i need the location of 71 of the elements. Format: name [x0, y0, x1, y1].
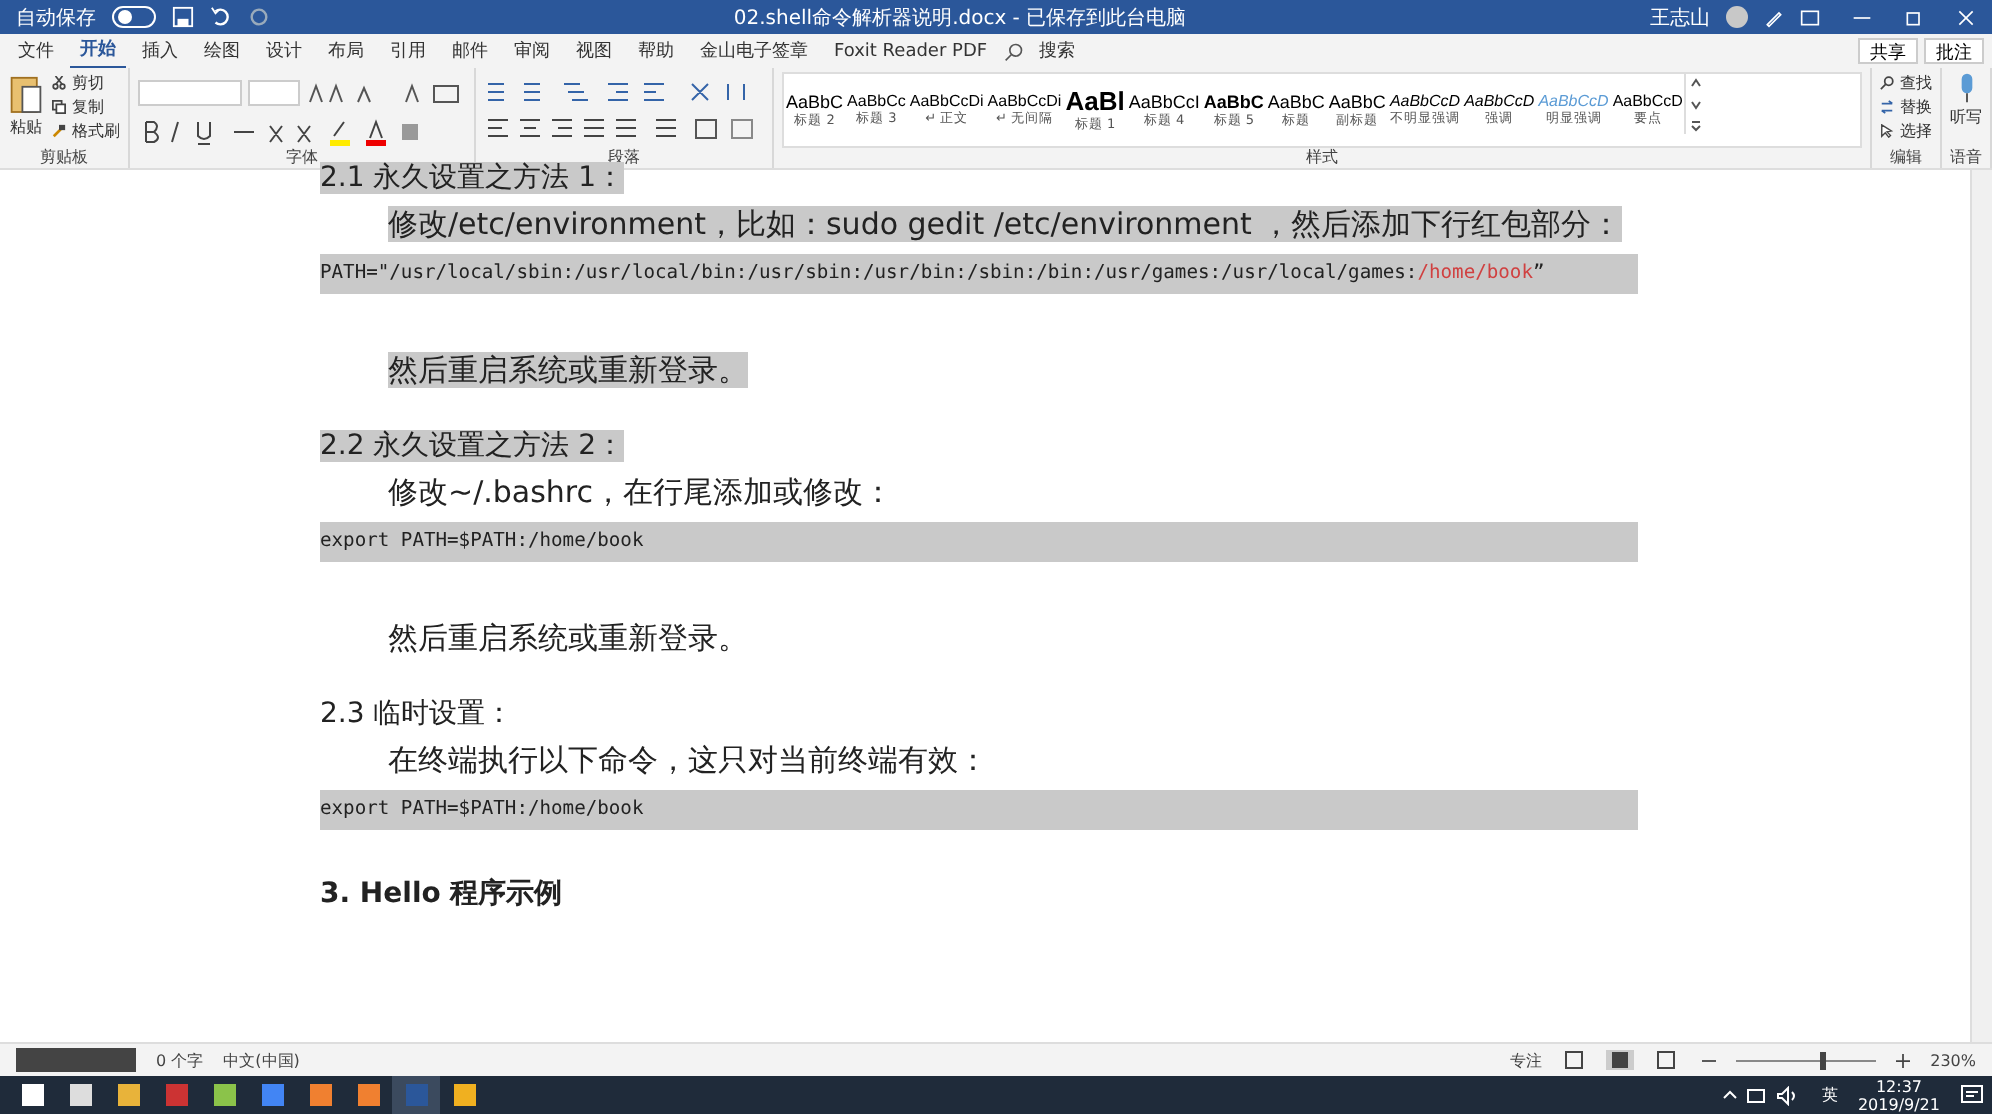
heading-text: 2.3 临时设置：	[320, 698, 514, 730]
gallery-scroll-icon[interactable]	[1684, 74, 1707, 134]
zoom-thumb[interactable]	[1820, 1051, 1827, 1069]
heading-text: 3. Hello 程序示例	[320, 878, 563, 910]
ribbon-tab[interactable]: 设计	[256, 34, 312, 68]
ribbon-display-icon[interactable]	[1800, 7, 1820, 27]
save-icon[interactable]	[172, 6, 194, 28]
zoom-level[interactable]: 230%	[1930, 1051, 1976, 1069]
ribbon-tab[interactable]: 文件	[8, 34, 64, 68]
heading-text: 2.1 永久设置之方法 1：	[320, 162, 625, 194]
document-title: 02.shell命令解析器说明.docx - 已保存到此台电脑	[733, 5, 1187, 31]
find-button[interactable]: 查找	[1900, 72, 1932, 94]
ime-indicator[interactable]: 英	[1821, 1084, 1838, 1106]
paragraph-text: 修改/etc/environment，比如：sudo gedit /etc/environment ，然后添加下行红包部分：	[388, 206, 1622, 242]
copy-icon[interactable]	[52, 100, 66, 114]
ribbon-tab[interactable]: 金山电子签章	[690, 34, 818, 68]
search-icon[interactable]	[1880, 76, 1894, 90]
ribbon-tab[interactable]: 视图	[566, 34, 622, 68]
microphone-icon[interactable]	[1957, 72, 1975, 104]
group-label: 样式	[1304, 148, 1340, 168]
cut-button[interactable]: 剪切	[72, 72, 104, 94]
format-painter-button[interactable]: 格式刷	[72, 120, 120, 142]
ribbon-tab[interactable]: Foxit Reader PDF	[824, 37, 998, 65]
group-label: 剪贴板	[38, 148, 90, 168]
scissors-icon[interactable]	[52, 76, 66, 90]
paragraph-text: 然后重启系统或重新登录。	[388, 620, 748, 656]
word-count[interactable]: 0 个字	[156, 1049, 204, 1071]
heading-text: 2.2 永久设置之方法 2：	[320, 430, 625, 462]
ribbon-tab[interactable]: 引用	[380, 34, 436, 68]
paragraph-text: 修改~/.bashrc，在行尾添加或修改：	[388, 474, 894, 510]
group-label: 语音	[1950, 148, 1982, 168]
search-link[interactable]: 搜索	[1029, 34, 1086, 68]
focus-button[interactable]: 专注	[1510, 1049, 1543, 1071]
language-indicator[interactable]: 中文(中国)	[223, 1049, 300, 1071]
share-button[interactable]: 共享	[1858, 38, 1918, 64]
paragraph-text: 在终端执行以下命令，这只对当前终端有效：	[388, 742, 988, 778]
restore-icon[interactable]	[1904, 7, 1924, 27]
clock-time[interactable]: 12:37	[1875, 1077, 1923, 1095]
autosave-toggle[interactable]	[112, 6, 156, 28]
zoom-in-icon[interactable]	[1896, 1053, 1911, 1067]
paragraph-text: 然后重启系统或重新登录。	[388, 352, 748, 388]
notification-icon[interactable]	[1960, 1083, 1984, 1107]
comments-button[interactable]: 批注	[1924, 38, 1984, 64]
vertical-scrollbar[interactable]	[1970, 170, 1992, 1042]
pen-icon[interactable]	[1764, 7, 1784, 27]
group-label: 字体	[284, 148, 320, 168]
ribbon-tab[interactable]: 插入	[132, 34, 188, 68]
ribbon-tab[interactable]: 邮件	[442, 34, 498, 68]
replace-button[interactable]: 替换	[1900, 96, 1932, 118]
ribbon-tab[interactable]: 帮助	[628, 34, 684, 68]
autosave-label: 自动保存	[16, 5, 96, 31]
ribbon-tab[interactable]: 审阅	[504, 34, 560, 68]
clock-date[interactable]: 2019/9/21	[1857, 1095, 1940, 1113]
avatar-icon[interactable]	[1726, 6, 1748, 28]
search-icon[interactable]	[1003, 41, 1024, 61]
select-button[interactable]: 选择	[1900, 120, 1932, 142]
font-size-field[interactable]	[248, 80, 300, 106]
font-name-field[interactable]	[138, 80, 242, 106]
replace-icon[interactable]	[1880, 100, 1894, 114]
copy-button[interactable]: 复制	[72, 96, 104, 118]
ribbon-tab[interactable]: 布局	[318, 34, 374, 68]
dictate-button[interactable]: 听写	[1950, 106, 1982, 128]
user-name[interactable]: 王志山	[1650, 3, 1710, 31]
brush-icon[interactable]	[52, 124, 66, 138]
undo-icon[interactable]	[210, 6, 232, 28]
clipboard-icon[interactable]	[8, 72, 44, 116]
group-label: 编辑	[1888, 148, 1924, 168]
cursor-icon[interactable]	[1880, 124, 1894, 138]
paste-button[interactable]: 粘贴	[10, 116, 42, 138]
close-icon[interactable]	[1956, 7, 1976, 27]
ribbon-tab[interactable]: 绘图	[194, 34, 250, 68]
